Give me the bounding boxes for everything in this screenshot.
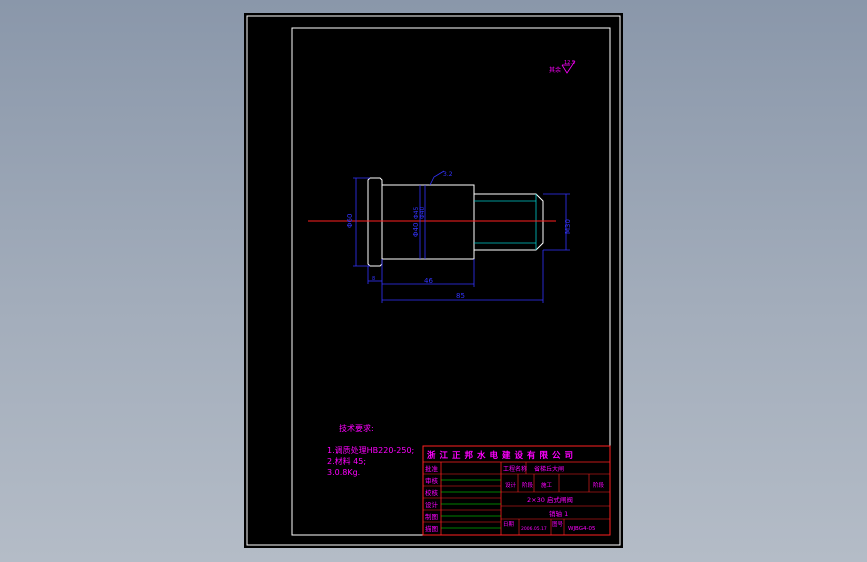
project-label: 工程名称 bbox=[503, 465, 527, 473]
stage-label-3: 施工 bbox=[541, 481, 553, 489]
roughness-symbol: 其余 12.5 bbox=[549, 60, 576, 74]
roughness-value: 12.5 bbox=[564, 60, 575, 66]
company-name: 浙江正邦水电建设有限公司 bbox=[427, 450, 577, 461]
title-block: 浙江正邦水电建设有限公司 批准 审核 校核 设计 制图 描图 工程名称 省梯丘大… bbox=[422, 445, 611, 536]
row-label-6: 描图 bbox=[425, 524, 438, 533]
part-name: 销轴 1 bbox=[549, 509, 568, 518]
stage-label-1: 设计 bbox=[505, 481, 517, 489]
project-value: 省梯丘大闸 bbox=[534, 465, 564, 473]
thread-lines bbox=[474, 194, 537, 250]
stage-label-4: 阶段 bbox=[593, 481, 605, 489]
dim-head-dia: Φ60 bbox=[346, 214, 354, 228]
drawing-name: 2×30 启式闸阀 bbox=[527, 495, 573, 504]
technical-notes: 技术要求: 1.调质处理HB220-250; 2.材料 45; 3.0.8Kg. bbox=[327, 423, 414, 477]
row-label-5: 制图 bbox=[425, 512, 438, 521]
dim-shoulder-dia: Φ40 bbox=[419, 206, 426, 219]
roughness-label: 其余 bbox=[549, 66, 561, 74]
notes-title: 技术要求: bbox=[339, 423, 374, 433]
row-label-3: 校核 bbox=[425, 488, 439, 497]
dim-thread: M30 bbox=[564, 219, 572, 234]
row-label-4: 设计 bbox=[425, 500, 439, 509]
drawing-sheet: 其余 12.5 Φ60 Φ40 Φ45 Φ40 M30 3.2 46 85 8 … bbox=[244, 13, 623, 548]
row-label-1: 批准 bbox=[425, 464, 439, 473]
pin-shaft-outline bbox=[367, 177, 544, 267]
note-item-1: 1.调质处理HB220-250; bbox=[327, 445, 414, 455]
stage-label-2: 阶段 bbox=[522, 481, 534, 489]
date-value: 2006.05.17 bbox=[521, 526, 547, 532]
dim-len-head: 8 bbox=[372, 276, 375, 282]
row-label-2: 审核 bbox=[425, 476, 439, 485]
number-value: WJBG4-05 bbox=[568, 526, 596, 532]
date-label: 日期 bbox=[503, 521, 515, 528]
dim-len-body: 46 bbox=[424, 277, 433, 285]
note-item-2: 2.材料 45; bbox=[327, 456, 366, 466]
dim-len-total: 85 bbox=[456, 292, 465, 300]
dim-surface-mark: 3.2 bbox=[443, 171, 453, 178]
dim-body-dia-1: Φ40 bbox=[412, 223, 420, 237]
dimension-lines bbox=[353, 170, 570, 303]
cad-drawing: 其余 12.5 Φ60 Φ40 Φ45 Φ40 M30 3.2 46 85 8 … bbox=[246, 15, 621, 546]
note-item-3: 3.0.8Kg. bbox=[327, 468, 360, 477]
number-label: 图号 bbox=[552, 520, 564, 528]
